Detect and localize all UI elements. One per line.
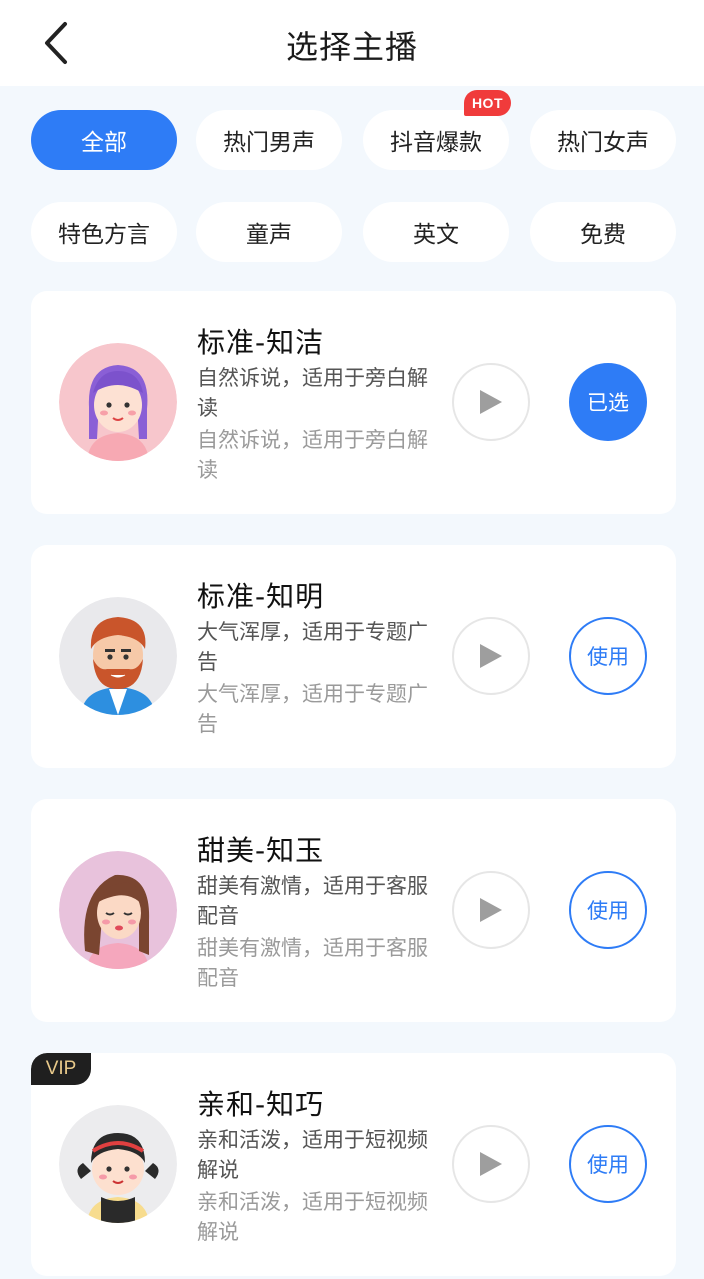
filter-chip-hot-male[interactable]: 热门男声 <box>196 110 342 170</box>
filter-chips: 全部 热门男声 抖音爆款 HOT 热门女声 特色方言 童声 英文 免费 <box>0 86 704 286</box>
use-button[interactable]: 使用 <box>569 1125 647 1203</box>
voice-card[interactable]: 标准-知洁 自然诉说，适用于旁白解读 自然诉说，适用于旁白解读 已选 <box>31 291 676 514</box>
girl-pigtails-avatar <box>59 1105 177 1223</box>
voice-description-secondary: 亲和活泼，适用于短视频解说 <box>197 1190 428 1244</box>
play-button[interactable] <box>452 363 530 441</box>
voice-name: 甜美-知玉 <box>197 834 325 867</box>
filter-chip-child[interactable]: 童声 <box>196 202 342 262</box>
voice-description: 自然诉说，适用于旁白解读 <box>197 366 428 420</box>
use-button[interactable]: 使用 <box>569 617 647 695</box>
voice-description-secondary: 大气浑厚，适用于专题广告 <box>197 682 428 736</box>
voice-description: 亲和活泼，适用于短视频解说 <box>197 1128 428 1182</box>
vip-badge: VIP <box>31 1053 91 1085</box>
play-icon <box>480 390 502 414</box>
voice-description: 大气浑厚，适用于专题广告 <box>197 620 428 674</box>
voice-name: 亲和-知巧 <box>197 1088 325 1121</box>
play-button[interactable] <box>452 617 530 695</box>
play-icon <box>480 644 502 668</box>
selected-button[interactable]: 已选 <box>569 363 647 441</box>
filter-chip-free[interactable]: 免费 <box>530 202 676 262</box>
play-icon <box>480 1152 502 1176</box>
filter-chip-hot-female[interactable]: 热门女声 <box>530 110 676 170</box>
male-bearded-avatar <box>59 597 177 715</box>
play-button[interactable] <box>452 1125 530 1203</box>
voice-card[interactable]: VIP 亲和-知巧 亲和活泼，适用于短视频解说 亲和活泼，适用于短视频解说 使用 <box>31 1053 676 1276</box>
filter-chip-dialect[interactable]: 特色方言 <box>31 202 177 262</box>
page-title: 选择主播 <box>285 28 418 66</box>
voice-card[interactable]: 标准-知明 大气浑厚，适用于专题广告 大气浑厚，适用于专题广告 使用 <box>31 545 676 768</box>
voice-card[interactable]: 甜美-知玉 甜美有激情，适用于客服配音 甜美有激情，适用于客服配音 使用 <box>31 799 676 1022</box>
header-bar: 选择主播 <box>0 0 704 86</box>
voice-description-secondary: 甜美有激情，适用于客服配音 <box>197 936 428 990</box>
voice-name: 标准-知洁 <box>197 326 325 359</box>
play-button[interactable] <box>452 871 530 949</box>
voice-description-secondary: 自然诉说，适用于旁白解读 <box>197 428 428 482</box>
play-icon <box>480 898 502 922</box>
hot-badge: HOT <box>463 90 511 116</box>
voice-name: 标准-知明 <box>197 580 325 613</box>
female-brown-hair-avatar <box>59 851 177 969</box>
use-button[interactable]: 使用 <box>569 871 647 949</box>
filter-chip-english[interactable]: 英文 <box>363 202 509 262</box>
female-purple-hair-avatar <box>59 343 177 461</box>
filter-chip-all[interactable]: 全部 <box>31 110 177 170</box>
filter-chip-douyin-hits[interactable]: 抖音爆款 HOT <box>363 90 511 170</box>
voice-description: 甜美有激情，适用于客服配音 <box>197 874 428 928</box>
